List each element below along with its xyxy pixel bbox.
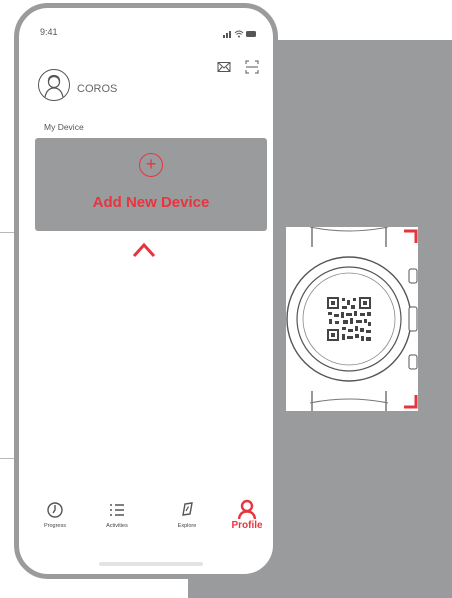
progress-icon xyxy=(29,498,81,520)
add-new-device-label: Add New Device xyxy=(92,194,210,211)
header-actions xyxy=(217,60,259,74)
tab-label: Profile xyxy=(231,520,263,531)
compass-icon xyxy=(161,498,213,520)
wifi-icon xyxy=(234,30,244,35)
tab-label: Activities xyxy=(106,523,128,529)
scan-icon[interactable] xyxy=(245,60,259,74)
profile-icon xyxy=(221,498,273,520)
user-avatar-icon[interactable] xyxy=(38,69,70,101)
phone-frame: 9:41 COROS My Device + Add New Device Pr… xyxy=(14,3,278,579)
home-indicator xyxy=(99,562,203,566)
plus-circle-icon: + xyxy=(139,153,163,177)
username: COROS xyxy=(77,83,118,95)
side-line-bottom xyxy=(0,458,14,459)
up-arrow-icon xyxy=(132,242,156,298)
tab-profile[interactable]: Profile xyxy=(221,498,273,531)
watch-icon xyxy=(286,227,418,411)
tab-activities[interactable]: Activities xyxy=(91,498,143,529)
battery-icon xyxy=(246,31,256,37)
list-icon xyxy=(91,498,143,520)
tab-bar: Progress Activities Explore Profile xyxy=(19,498,273,544)
watch-qr-illustration xyxy=(286,227,418,411)
status-time: 9:41 xyxy=(40,27,58,37)
status-icons xyxy=(223,26,257,44)
tab-label: Progress xyxy=(43,523,66,529)
mail-icon[interactable] xyxy=(217,60,231,74)
add-new-device-button[interactable]: + Add New Device xyxy=(35,138,267,231)
tab-label: Explore xyxy=(177,523,197,529)
my-device-label: My Device xyxy=(44,122,84,132)
side-line-top xyxy=(0,232,14,233)
tab-progress[interactable]: Progress xyxy=(29,498,81,529)
signal-icon xyxy=(223,31,231,38)
tab-explore[interactable]: Explore xyxy=(161,498,213,529)
status-bar: 9:41 xyxy=(19,8,273,44)
